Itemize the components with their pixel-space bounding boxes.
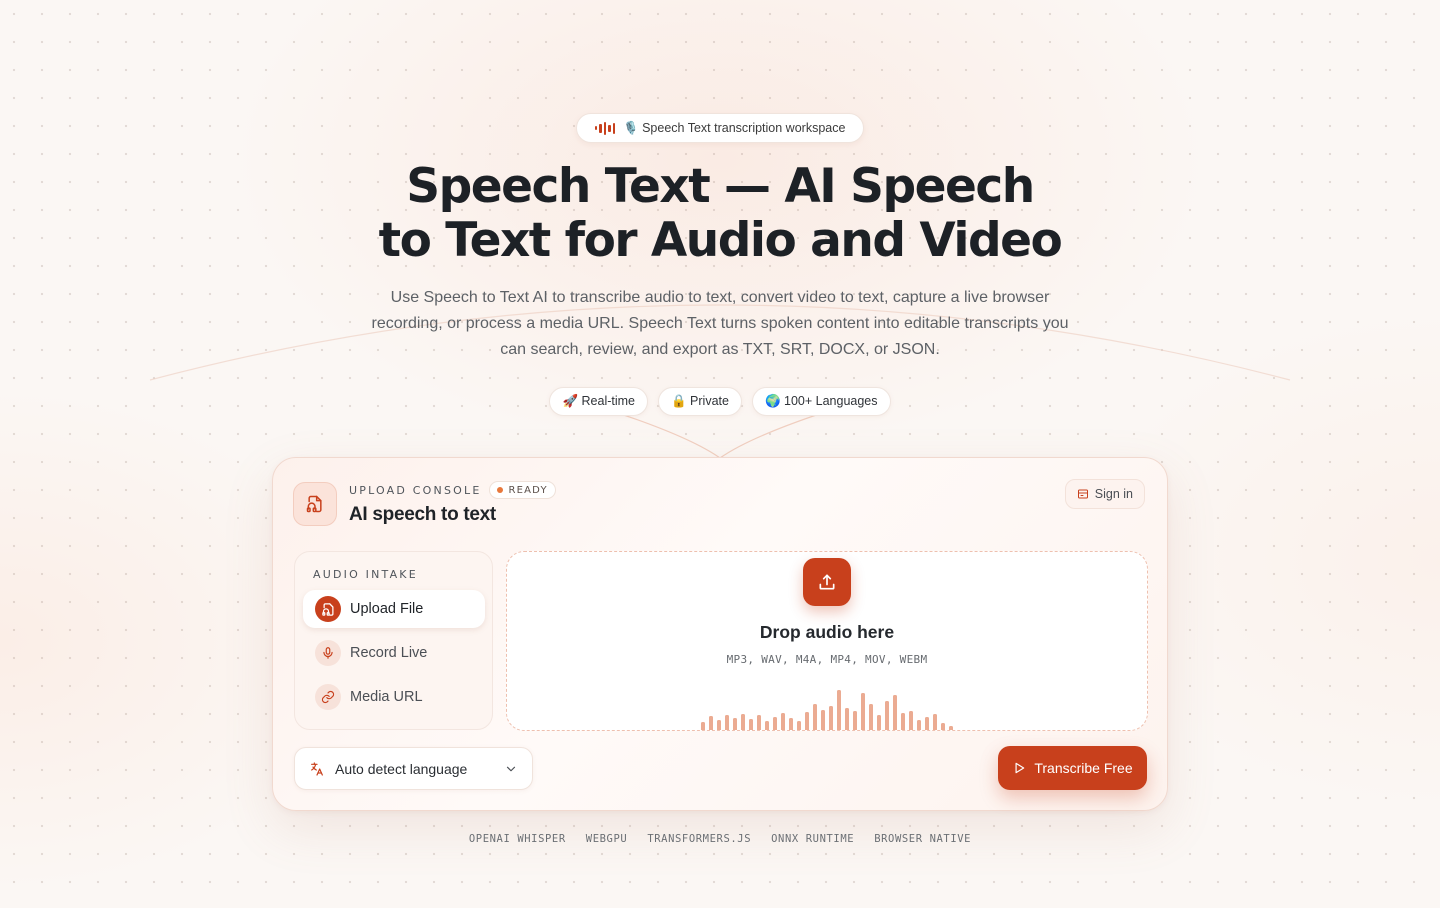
intake-option-label: Media URL	[350, 689, 423, 705]
tech-stack: OPENAI WHISPER WEBGPU TRANSFORMERS.JS ON…	[0, 833, 1440, 845]
audio-waveform-decoration	[701, 680, 953, 730]
sign-in-label: Sign in	[1094, 487, 1133, 501]
upload-button[interactable]	[803, 558, 851, 606]
play-icon	[1015, 762, 1025, 774]
intake-option-media-url[interactable]: Media URL	[303, 678, 485, 716]
waveform-icon	[594, 121, 616, 135]
intake-option-upload-file[interactable]: Upload File	[303, 590, 485, 628]
page-title-line-1: Speech Text — AI Speech	[406, 159, 1035, 214]
file-audio-icon	[293, 482, 337, 526]
upload-icon	[819, 574, 835, 590]
tech-item: WEBGPU	[585, 833, 628, 845]
page-subtitle: Use Speech to Text AI to transcribe audi…	[371, 289, 1069, 358]
feature-chip-realtime: 🚀 Real-time	[549, 387, 649, 416]
console-title: AI speech to text	[349, 504, 496, 525]
tech-item: TRANSFORMERS.JS	[647, 833, 752, 845]
transcribe-button[interactable]: Transcribe Free	[998, 746, 1147, 790]
audio-intake-panel: AUDIO INTAKE Upload File Record Live Med…	[294, 551, 493, 730]
status-badge: READY	[489, 481, 556, 499]
language-select[interactable]: Auto detect language	[294, 747, 533, 790]
tech-item: OPENAI WHISPER	[468, 833, 566, 845]
feature-chip-private: 🔒 Private	[658, 387, 742, 416]
login-icon	[1077, 489, 1088, 499]
intake-option-record-live[interactable]: Record Live	[303, 634, 485, 672]
link-icon	[315, 684, 341, 710]
page-title-line-2: to Text for Audio and Video	[378, 213, 1063, 268]
tech-item: BROWSER NATIVE	[874, 833, 972, 845]
console-eyebrow-label: UPLOAD CONSOLE	[349, 483, 482, 497]
supported-formats: MP3, WAV, M4A, MP4, MOV, WEBM	[726, 653, 928, 666]
audio-drop-zone[interactable]: Drop audio here MP3, WAV, M4A, MP4, MOV,…	[506, 551, 1148, 731]
audio-intake-label: AUDIO INTAKE	[313, 568, 418, 581]
translate-icon	[311, 761, 323, 776]
drop-zone-title: Drop audio here	[759, 622, 895, 642]
feature-chips: 🚀 Real-time 🔒 Private 🌍 100+ Languages	[0, 387, 1440, 416]
file-audio-icon	[315, 596, 341, 622]
microphone-icon	[315, 640, 341, 666]
intake-option-label: Upload File	[350, 601, 424, 617]
page-title: Speech Text — AI Speech to Text for Audi…	[0, 160, 1440, 268]
console-eyebrow: UPLOAD CONSOLE READY	[349, 481, 556, 499]
language-select-value: Auto detect language	[335, 760, 468, 777]
intake-option-label: Record Live	[350, 645, 428, 661]
feature-chip-languages: 🌍 100+ Languages	[751, 387, 891, 416]
page: 🎙️ Speech Text transcription workspace S…	[0, 0, 1440, 908]
status-dot	[497, 487, 504, 493]
upload-console: UPLOAD CONSOLE READY AI speech to text S…	[272, 457, 1168, 811]
workspace-badge-text: 🎙️ Speech Text transcription workspace	[623, 120, 846, 135]
transcribe-button-label: Transcribe Free	[1034, 760, 1133, 776]
sign-in-button[interactable]: Sign in	[1064, 479, 1145, 509]
workspace-badge: 🎙️ Speech Text transcription workspace	[576, 113, 864, 143]
status-text: READY	[508, 484, 548, 496]
chevron-down-icon	[506, 766, 516, 771]
tech-item: ONNX RUNTIME	[771, 833, 855, 845]
